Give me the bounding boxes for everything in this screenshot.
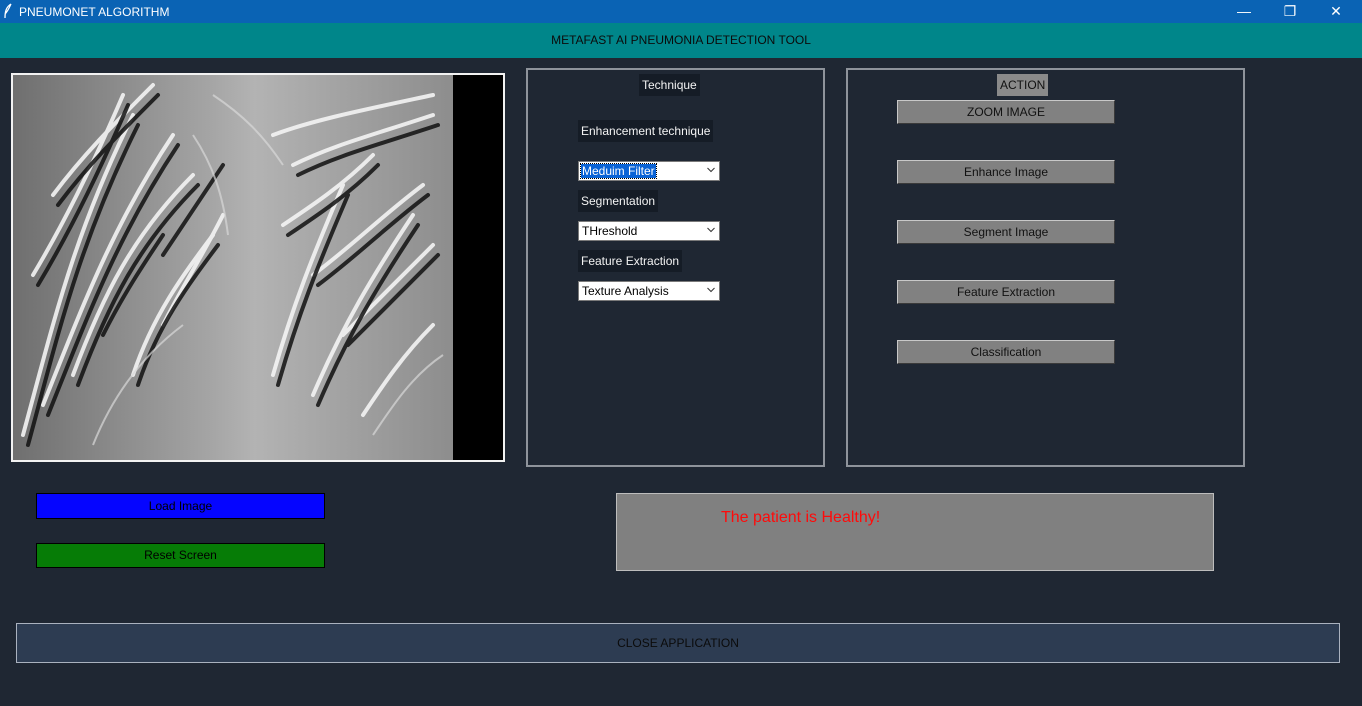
feature-extraction-button[interactable]: Feature Extraction — [897, 280, 1115, 304]
action-heading: ACTION — [997, 74, 1049, 96]
enhancement-technique-select[interactable]: Meduim Filter — [578, 161, 720, 181]
reset-screen-button[interactable]: Reset Screen — [36, 543, 325, 568]
segmentation-select[interactable]: THreshold — [578, 221, 720, 241]
zoom-image-button[interactable]: ZOOM IMAGE — [897, 100, 1115, 124]
enhancement-technique-label: Enhancement technique — [578, 120, 714, 142]
xray-image-view — [11, 73, 505, 462]
feature-extraction-select[interactable]: Texture Analysis — [578, 281, 720, 301]
result-message: The patient is Healthy! — [721, 509, 881, 526]
enhance-image-button[interactable]: Enhance Image — [897, 160, 1115, 184]
window-titlebar: PNEUMONET ALGORITHM — ❐ ✕ — [0, 0, 1362, 23]
segmentation-selected-value: THreshold — [582, 224, 638, 238]
enhancement-selected-value: Meduim Filter — [580, 163, 657, 179]
segment-image-button[interactable]: Segment Image — [897, 220, 1115, 244]
close-application-button[interactable]: CLOSE APPLICATION — [16, 623, 1340, 663]
app-header: METAFAST AI PNEUMONIA DETECTION TOOL — [0, 23, 1362, 58]
chevron-down-icon[interactable] — [707, 227, 715, 233]
chevron-down-icon[interactable] — [707, 287, 715, 293]
feather-icon — [4, 3, 12, 19]
feature-extraction-label: Feature Extraction — [578, 250, 683, 272]
load-image-button[interactable]: Load Image — [36, 493, 325, 519]
action-panel — [846, 68, 1245, 467]
technique-heading: Technique — [639, 74, 700, 96]
chevron-down-icon[interactable] — [707, 167, 715, 173]
feature-extraction-selected-value: Texture Analysis — [582, 284, 669, 298]
result-panel: The patient is Healthy! — [616, 493, 1214, 571]
minimize-button[interactable]: — — [1221, 0, 1267, 23]
segmentation-label: Segmentation — [578, 190, 659, 212]
maximize-button[interactable]: ❐ — [1267, 0, 1313, 23]
close-window-button[interactable]: ✕ — [1313, 0, 1359, 23]
window-title: PNEUMONET ALGORITHM — [19, 5, 170, 19]
chest-xray-image — [13, 75, 503, 460]
classification-button[interactable]: Classification — [897, 340, 1115, 364]
